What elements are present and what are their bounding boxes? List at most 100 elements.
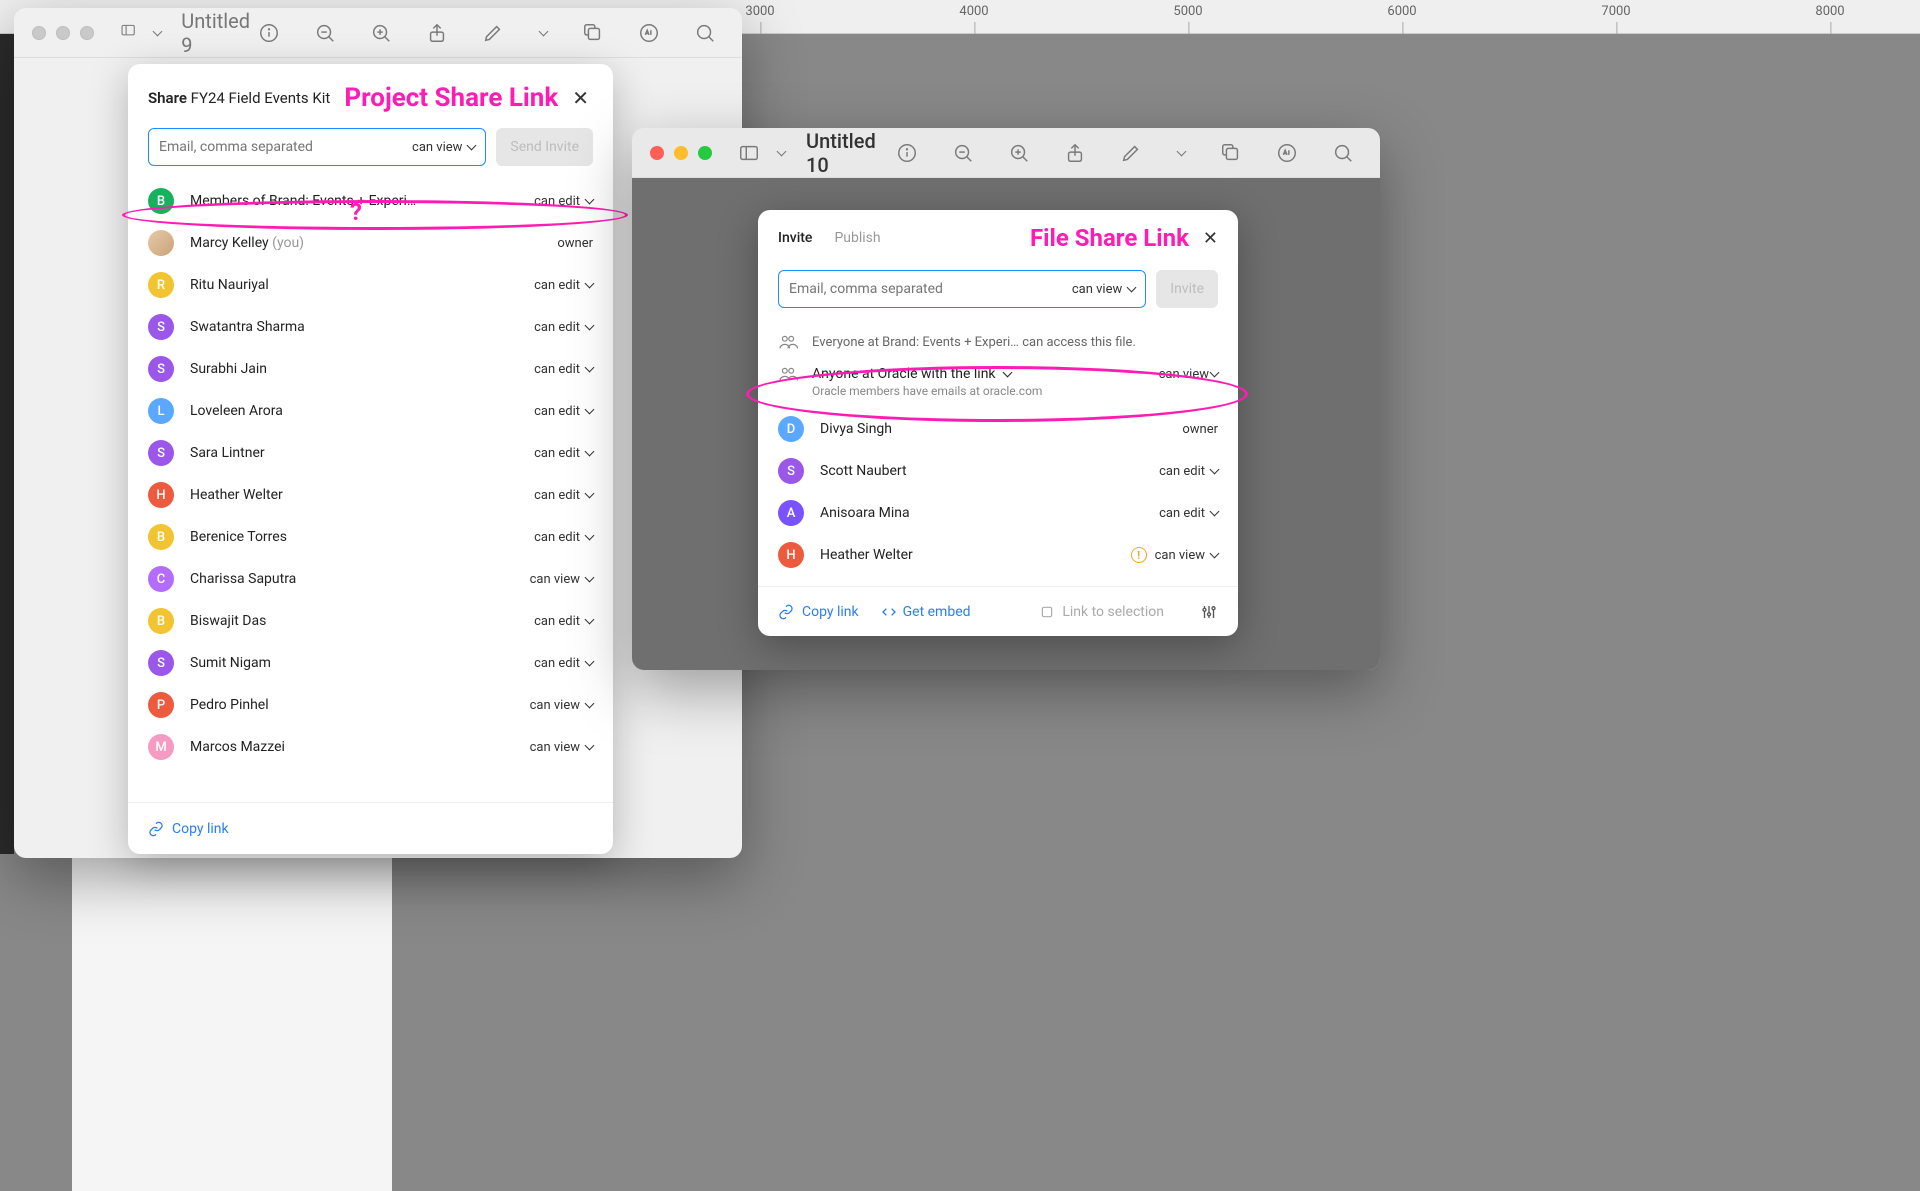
email-input[interactable] — [789, 281, 1072, 297]
everyone-access-text: Everyone at Brand: Events + Experi… can … — [812, 335, 1136, 350]
share-icon[interactable] — [1064, 142, 1086, 164]
edit-icon[interactable] — [482, 22, 504, 44]
member-name: Pedro Pinhel — [190, 697, 530, 713]
info-icon[interactable] — [258, 22, 280, 44]
member-permission[interactable]: can edit — [1159, 464, 1218, 479]
member-name: Marcy Kelley (you) — [190, 235, 557, 251]
link-to-selection[interactable]: Link to selection — [1040, 604, 1164, 620]
members-list[interactable]: BMembers of Brand: Events + Experi…can e… — [128, 180, 599, 802]
link-to-selection-label: Link to selection — [1062, 604, 1164, 620]
member-permission[interactable]: can edit — [534, 614, 593, 629]
tab-invite[interactable]: Invite — [778, 230, 812, 246]
member-permission[interactable]: can view — [530, 698, 593, 713]
member-permission[interactable]: can edit — [534, 194, 593, 209]
member-name: Charissa Saputra — [190, 571, 530, 587]
settings-icon[interactable] — [1200, 603, 1218, 621]
close-icon[interactable]: ✕ — [568, 82, 593, 114]
link-scope-select[interactable]: Anyone at Oracle with the link — [812, 366, 1011, 382]
avatar: P — [148, 692, 174, 718]
member-name: Sumit Nigam — [190, 655, 534, 671]
chevron-down-icon[interactable] — [152, 22, 161, 44]
member-permission[interactable]: !can view — [1131, 547, 1218, 563]
duplicate-icon[interactable] — [1220, 142, 1242, 164]
member-permission[interactable]: can edit — [534, 656, 593, 671]
zoom-in-icon[interactable] — [370, 22, 392, 44]
member-row: SSwatantra Sharmacan edit — [148, 306, 593, 348]
member-row: SSumit Nigamcan edit — [148, 642, 593, 684]
ruler-mark: 5000 — [1173, 4, 1202, 19]
search-icon[interactable] — [694, 22, 716, 44]
zoom-in-icon[interactable] — [1008, 142, 1030, 164]
markup-icon[interactable] — [1276, 142, 1298, 164]
duplicate-icon[interactable] — [582, 22, 604, 44]
member-name: Heather Welter — [820, 547, 1131, 563]
avatar: B — [148, 608, 174, 634]
avatar: S — [778, 458, 804, 484]
member-name: Marcos Mazzei — [190, 739, 530, 755]
member-permission[interactable]: can edit — [534, 320, 593, 335]
sidebar-toggle-icon[interactable] — [738, 142, 760, 164]
annotation-label: Project Share Link — [344, 83, 558, 113]
chevron-down-icon[interactable] — [776, 142, 786, 164]
warning-icon: ! — [1131, 547, 1147, 563]
copy-link-label: Copy link — [802, 604, 859, 620]
minimize-dot[interactable] — [56, 26, 70, 40]
member-permission[interactable]: can edit — [534, 278, 593, 293]
member-permission[interactable]: can edit — [534, 362, 593, 377]
zoom-out-icon[interactable] — [314, 22, 336, 44]
member-permission[interactable]: can edit — [534, 404, 593, 419]
member-name: Berenice Torres — [190, 529, 534, 545]
ruler-mark: 3000 — [745, 4, 774, 19]
markup-icon[interactable] — [638, 22, 660, 44]
modal-footer: Copy link — [128, 802, 613, 854]
email-input[interactable] — [159, 139, 412, 155]
get-embed-label: Get embed — [903, 604, 971, 620]
member-permission[interactable]: can view — [530, 572, 593, 587]
share-tabs: Invite Publish — [778, 230, 881, 246]
member-name: Sara Lintner — [190, 445, 534, 461]
permission-select[interactable]: can view — [412, 140, 475, 155]
member-row: RRitu Nauriyalcan edit — [148, 264, 593, 306]
zoom-dot[interactable] — [80, 26, 94, 40]
member-row: BMembers of Brand: Events + Experi…can e… — [148, 180, 593, 222]
send-invite-button[interactable]: Send Invite — [496, 128, 593, 166]
zoom-dot[interactable] — [698, 146, 712, 160]
share-title: Share FY24 Field Events Kit — [148, 89, 330, 107]
sidebar-toggle-icon[interactable] — [120, 22, 136, 44]
close-dot[interactable] — [32, 26, 46, 40]
avatar: S — [148, 440, 174, 466]
member-name: Members of Brand: Events + Experi… — [190, 193, 534, 209]
member-name: Surabhi Jain — [190, 361, 534, 377]
annotation-label: File Share Link — [1030, 224, 1189, 252]
copy-link-action[interactable]: Copy link — [778, 604, 859, 620]
tab-publish[interactable]: Publish — [834, 230, 880, 246]
ruler-mark: 6000 — [1387, 4, 1416, 19]
close-dot[interactable] — [650, 146, 664, 160]
avatar: R — [148, 272, 174, 298]
member-permission[interactable]: can edit — [534, 488, 593, 503]
people-icon — [778, 334, 798, 350]
minimize-dot[interactable] — [674, 146, 688, 160]
link-permission-select[interactable]: can view — [1159, 367, 1218, 382]
chevron-down-icon[interactable] — [1176, 142, 1186, 164]
avatar: H — [778, 542, 804, 568]
info-icon[interactable] — [896, 142, 918, 164]
edit-icon[interactable] — [1120, 142, 1142, 164]
close-icon[interactable]: ✕ — [1203, 228, 1218, 249]
member-permission[interactable]: can edit — [534, 530, 593, 545]
member-permission[interactable]: can edit — [534, 446, 593, 461]
member-name: Biswajit Das — [190, 613, 534, 629]
member-row: DDivya Singhowner — [778, 408, 1218, 450]
share-icon[interactable] — [426, 22, 448, 44]
chevron-down-icon[interactable] — [538, 22, 548, 44]
search-icon[interactable] — [1332, 142, 1354, 164]
member-permission[interactable]: can edit — [1159, 506, 1218, 521]
permission-select[interactable]: can view — [1072, 282, 1135, 297]
member-name: Loveleen Arora — [190, 403, 534, 419]
get-embed-action[interactable]: Get embed — [881, 604, 971, 620]
copy-link-action[interactable]: Copy link — [148, 821, 229, 837]
invite-button[interactable]: Invite — [1156, 270, 1218, 308]
zoom-out-icon[interactable] — [952, 142, 974, 164]
member-name: Divya Singh — [820, 421, 1182, 437]
member-permission[interactable]: can view — [530, 740, 593, 755]
